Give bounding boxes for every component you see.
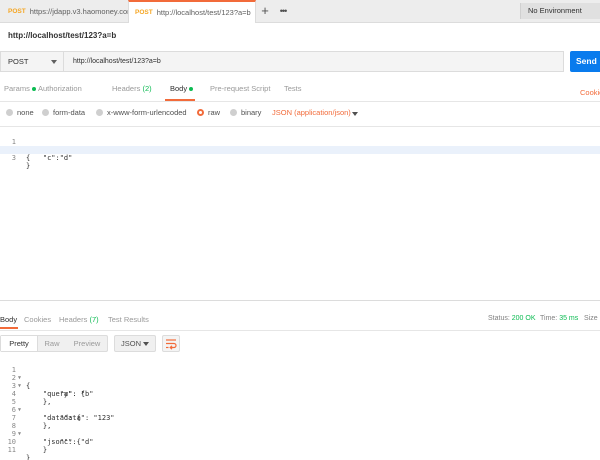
request-title[interactable]: http://localhost/test/123?a=b [8,31,116,40]
code-line: 6 "data": "123" [0,398,600,422]
code-text: } [26,162,31,170]
request-tab-2[interactable]: POST http://localhost/test/123?a=b × [128,0,256,23]
chevron-down-icon [143,342,149,346]
active-tab-indicator [0,327,18,329]
radio-selected-icon [197,109,204,116]
time-label: Time: [540,315,558,322]
radio-form-data-label: form-data [53,108,86,117]
code-line: 10 } [0,430,600,454]
tab-tests-label: Tests [284,84,302,93]
code-line: 2 ▼ "query": { [0,366,600,398]
radio-circle-icon [42,109,49,116]
code-line: 1 ▼ { [0,130,600,162]
code-line: 1 ▼ { [0,358,600,390]
tab-params[interactable]: Params [4,84,36,93]
code-line: 3 "a": "b" [0,374,600,398]
response-time: Time: 35 ms [540,315,578,322]
view-pretty-button[interactable]: Pretty [1,336,38,351]
response-headers-count: (7) [89,315,99,324]
response-tab-body[interactable]: Body [0,315,17,324]
code-line: 5 ▼ "data": { [0,390,600,422]
request-tab-1[interactable]: POST https://jdapp.v3.haomoney.com [2,0,128,22]
radio-circle-icon [6,109,13,116]
body-format-select[interactable]: JSON (application/json) [272,108,351,117]
tab-headers[interactable]: Headers (2) [112,84,152,93]
code-line: 2 "c":"d" [0,138,600,162]
status-value: 200 OK [511,315,536,322]
active-dot-icon [31,87,36,92]
response-tab-cookies[interactable]: Cookies [24,315,51,324]
chevron-down-icon[interactable] [352,112,358,116]
response-format-select[interactable]: JSON [114,335,156,352]
tab-method-label: POST [135,9,153,16]
view-raw-button[interactable]: Raw [37,336,67,351]
method-select[interactable]: POST [0,51,64,72]
chevron-down-icon [51,60,57,64]
code-text: } [26,446,48,454]
tab-headers-count: (2) [142,84,152,93]
code-line: 8 ▼ "json": { [0,414,600,446]
response-status: Status: 200 OK [488,315,536,322]
tab-authorization[interactable]: Authorization [38,84,82,93]
radio-binary-label: binary [241,108,262,117]
radio-urlencoded-label: x-www-form-urlencoded [107,108,187,117]
active-dot-icon [189,87,194,92]
code-line: 7 }, [0,406,600,430]
tab-body-label: Body [170,84,188,93]
postman-window: POST https://jdapp.v3.haomoney.com POST … [0,0,600,460]
tab-method-label: POST [8,7,26,15]
response-tab-headers[interactable]: Headers (7) [59,315,99,324]
divider [0,330,600,331]
radio-circle-icon [230,109,237,116]
tab-url-label: https://jdapp.v3.haomoney.com [29,6,128,16]
request-tab-strip: POST https://jdapp.v3.haomoney.com POST … [0,0,600,23]
tab-prerequest-script[interactable]: Pre-request Script [210,84,270,93]
tab-headers-label: Headers [112,84,141,93]
code-line-current: 3 } [0,146,600,170]
cookies-link[interactable]: Cookies [580,88,600,97]
tab-authorization-label: Authorization [38,84,82,93]
radio-raw-label: raw [208,108,221,117]
line-number: 3 [11,154,16,162]
more-tabs-button[interactable]: ••• [276,3,290,19]
radio-none-label: none [17,108,34,117]
request-subtabs: Params Authorization Headers (2) Body Pr… [0,84,600,100]
request-body-editor[interactable]: 1 ▼ { 2 "c":"d" 3 } [0,126,600,301]
send-button[interactable]: Send [570,51,600,72]
radio-binary[interactable]: binary [230,108,261,117]
view-preview-button[interactable]: Preview [67,336,107,351]
code-line: 4 }, [0,382,600,406]
code-text: } [26,454,31,460]
radio-raw[interactable]: raw [197,108,220,117]
radio-circle-icon [96,109,103,116]
code-line: 11 } [0,438,600,460]
wrap-lines-icon [166,339,177,350]
radio-none[interactable]: none [6,108,34,117]
response-body-viewer[interactable]: 1 ▼ { 2 ▼ "query": { 3 "a": "b" 4 }, 5 ▼… [0,356,600,460]
radio-urlencoded[interactable]: x-www-form-urlencoded [96,108,187,117]
response-size: Size [584,315,598,322]
response-view-group: Pretty Raw Preview [0,335,108,352]
response-format-value: JSON [121,339,142,348]
response-tab-test-results[interactable]: Test Results [108,315,149,324]
wrap-lines-button[interactable] [162,335,180,352]
tab-prerequest-label: Pre-request Script [210,84,271,93]
method-select-value: POST [8,57,29,66]
tab-tests[interactable]: Tests [284,84,302,93]
status-label: Status: [488,315,510,322]
tab-url-label: http://localhost/test/123?a=b [156,8,251,17]
response-tab-headers-label: Headers [59,315,88,324]
line-number: 11 [7,446,16,454]
radio-form-data[interactable]: form-data [42,108,85,117]
tab-params-label: Params [4,84,30,93]
tab-body[interactable]: Body [170,84,194,93]
environment-select[interactable]: No Environment [520,3,600,19]
code-text: "c":"d" [26,154,73,162]
code-line: 9 "c": "d" [0,422,600,446]
url-input[interactable]: http://localhost/test/123?a=b [64,51,564,72]
time-value: 35 ms [559,315,579,322]
add-tab-button[interactable]: + [258,3,272,19]
divider [0,101,600,102]
close-icon[interactable]: × [255,8,256,17]
